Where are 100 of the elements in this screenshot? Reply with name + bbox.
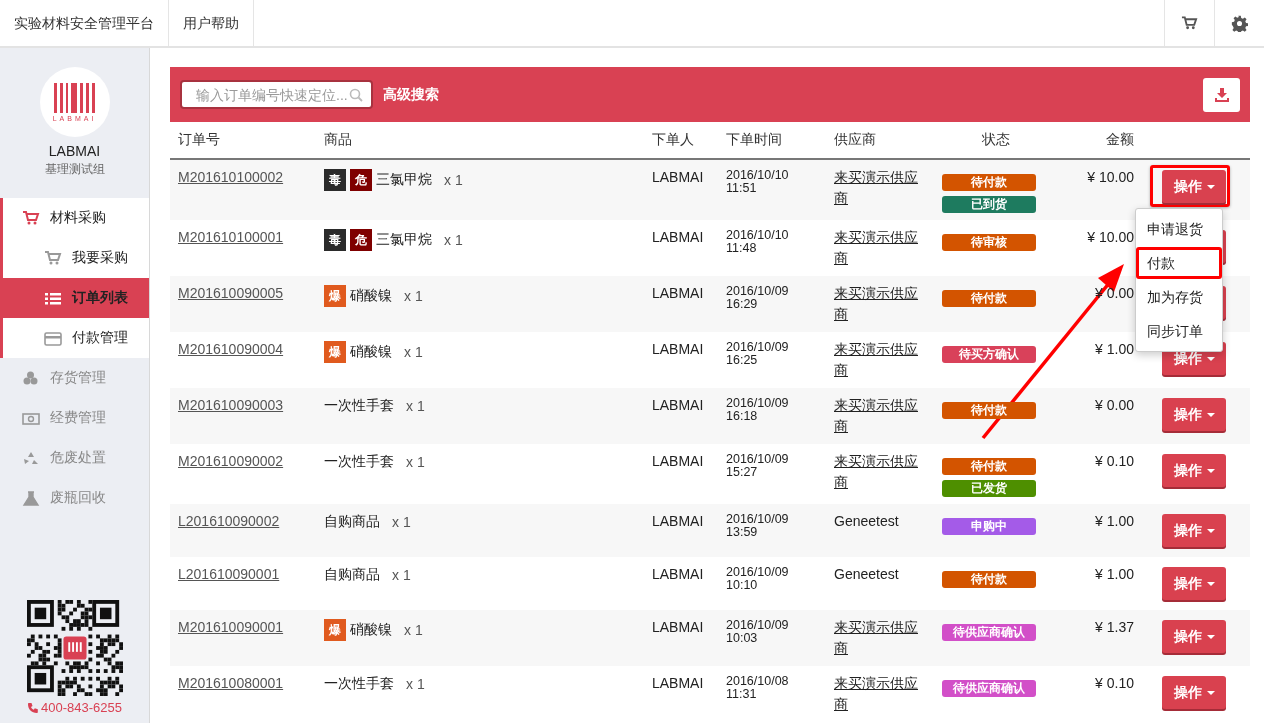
caret-icon <box>1206 581 1215 586</box>
menu-item[interactable]: 付款 <box>1136 247 1222 279</box>
buyer-name: LABMAI <box>652 341 704 357</box>
advanced-search-link[interactable]: 高级搜索 <box>383 85 439 104</box>
order-link[interactable]: M201610090003 <box>178 397 284 413</box>
supplier-link[interactable]: 来买演示供应商 <box>834 451 920 493</box>
order-time: 2016/10/09 10:03 <box>726 619 790 646</box>
order-time: 2016/10/09 16:25 <box>726 341 790 368</box>
status-badge: 待付款 <box>942 174 1036 191</box>
caret-icon <box>1206 528 1215 533</box>
product-name: 硝酸镍 <box>350 343 392 361</box>
product-name: 三氯甲烷 <box>376 171 432 189</box>
hazard-tag: 爆 <box>324 619 346 641</box>
supplier-link[interactable]: 来买演示供应商 <box>834 395 920 437</box>
hazard-tag: 爆 <box>324 341 346 363</box>
supplier-link[interactable]: 来买演示供应商 <box>834 283 920 325</box>
download-button[interactable] <box>1203 77 1240 112</box>
order-link[interactable]: M201610100002 <box>178 169 284 185</box>
order-link[interactable]: M201610100001 <box>178 229 284 245</box>
supplier-link[interactable]: 来买演示供应商 <box>834 617 920 659</box>
buyer-name: LABMAI <box>652 675 704 691</box>
sidebar-item[interactable]: 我要采购 <box>3 238 149 278</box>
action-button[interactable]: 操作 <box>1162 398 1226 431</box>
cart-icon[interactable] <box>1181 15 1198 31</box>
amount: ¥ 0.00 <box>1095 397 1134 413</box>
status-badge: 待供应商确认 <box>942 680 1036 697</box>
status-badge: 待供应商确认 <box>942 624 1036 641</box>
order-time: 2016/10/09 16:29 <box>726 285 790 312</box>
status-badge: 待付款 <box>942 402 1036 419</box>
menu-item[interactable]: 加为存货 <box>1136 281 1220 313</box>
column-header: 状态 <box>981 131 1011 149</box>
app-title[interactable]: 实验材料安全管理平台 <box>0 0 169 46</box>
amount: ¥ 1.37 <box>1095 619 1134 635</box>
action-button[interactable]: 操作 <box>1162 514 1226 547</box>
action-button[interactable]: 操作 <box>1162 567 1226 600</box>
supplier-link[interactable]: 来买演示供应商 <box>834 339 920 381</box>
order-time: 2016/10/09 15:27 <box>726 453 790 480</box>
product-name: 自购商品 <box>324 566 380 584</box>
product-name: 硝酸镍 <box>350 287 392 305</box>
amount: ¥ 1.00 <box>1095 341 1134 357</box>
order-time: 2016/10/09 13:59 <box>726 513 790 540</box>
sidebar-item[interactable]: 订单列表 <box>3 278 149 318</box>
product-name: 一次性手套 <box>324 397 394 415</box>
quantity: x 1 <box>404 344 423 360</box>
sidebar-item[interactable]: 材料采购 <box>3 198 149 238</box>
supplier-link[interactable]: 来买演示供应商 <box>834 673 920 715</box>
supplier-link[interactable]: 来买演示供应商 <box>834 167 920 209</box>
amount: ¥ 0.10 <box>1095 675 1134 691</box>
download-icon <box>1214 87 1229 102</box>
action-button[interactable]: 操作 <box>1162 170 1226 203</box>
column-header: 下单人 <box>652 131 695 149</box>
quantity: x 1 <box>406 454 425 470</box>
buyer-name: LABMAI <box>652 229 704 245</box>
menu-item[interactable]: 申请退货 <box>1136 213 1220 245</box>
sidebar-item[interactable]: 付款管理 <box>3 318 149 358</box>
order-link[interactable]: M201610080001 <box>178 675 284 691</box>
order-time: 2016/10/08 11:31 <box>726 675 790 702</box>
caret-icon <box>1206 634 1215 639</box>
order-link[interactable]: M201610090005 <box>178 285 284 301</box>
order-time: 2016/10/09 16:18 <box>726 397 790 424</box>
order-link[interactable]: M201610090004 <box>178 341 284 357</box>
credit-card-icon <box>44 329 62 347</box>
supplier-link[interactable]: 来买演示供应商 <box>834 227 920 269</box>
hazard-tag: 毒 <box>324 229 346 251</box>
column-header: 订单号 <box>177 131 221 149</box>
cart-icon <box>22 209 40 227</box>
order-link[interactable]: L201610090001 <box>178 566 280 582</box>
hazard-tag: 爆 <box>324 285 346 307</box>
order-link[interactable]: L201610090002 <box>178 513 280 529</box>
amount: ¥ 0.10 <box>1095 453 1134 469</box>
cubes-icon <box>22 369 40 387</box>
column-header: 商品 <box>324 131 353 149</box>
caret-icon <box>1206 184 1215 189</box>
hazard-tag: 危 <box>350 169 372 191</box>
buyer-name: LABMAI <box>652 453 704 469</box>
quantity: x 1 <box>392 567 411 583</box>
help-link[interactable]: 用户帮助 <box>169 0 254 46</box>
hazard-tag: 毒 <box>324 169 346 191</box>
action-button[interactable]: 操作 <box>1162 620 1226 653</box>
product-name: 一次性手套 <box>324 453 394 471</box>
order-link[interactable]: M201610090001 <box>178 619 284 635</box>
column-header: 金额 <box>1105 131 1135 149</box>
supplier-name: Geneetest <box>834 512 900 531</box>
settings-icon[interactable] <box>1231 14 1248 32</box>
status-badge: 申购中 <box>942 518 1036 535</box>
quantity: x 1 <box>404 288 423 304</box>
barcode-icon <box>52 82 97 113</box>
product-name: 一次性手套 <box>324 675 394 693</box>
quantity: x 1 <box>406 398 425 414</box>
action-button[interactable]: 操作 <box>1162 454 1226 487</box>
caret-icon <box>1206 468 1215 473</box>
buyer-name: LABMAI <box>652 566 704 582</box>
status-badge: 待买方确认 <box>942 346 1036 363</box>
search-field[interactable]: 输入订单编号快速定位... <box>180 80 373 109</box>
status-badge: 待付款 <box>942 458 1036 475</box>
order-time: 2016/10/09 10:10 <box>726 566 790 593</box>
order-link[interactable]: M201610090002 <box>178 453 284 469</box>
phone-number: 400-843-6255 <box>41 700 122 715</box>
status-badge: 待审核 <box>942 234 1036 251</box>
action-button[interactable]: 操作 <box>1162 676 1226 709</box>
